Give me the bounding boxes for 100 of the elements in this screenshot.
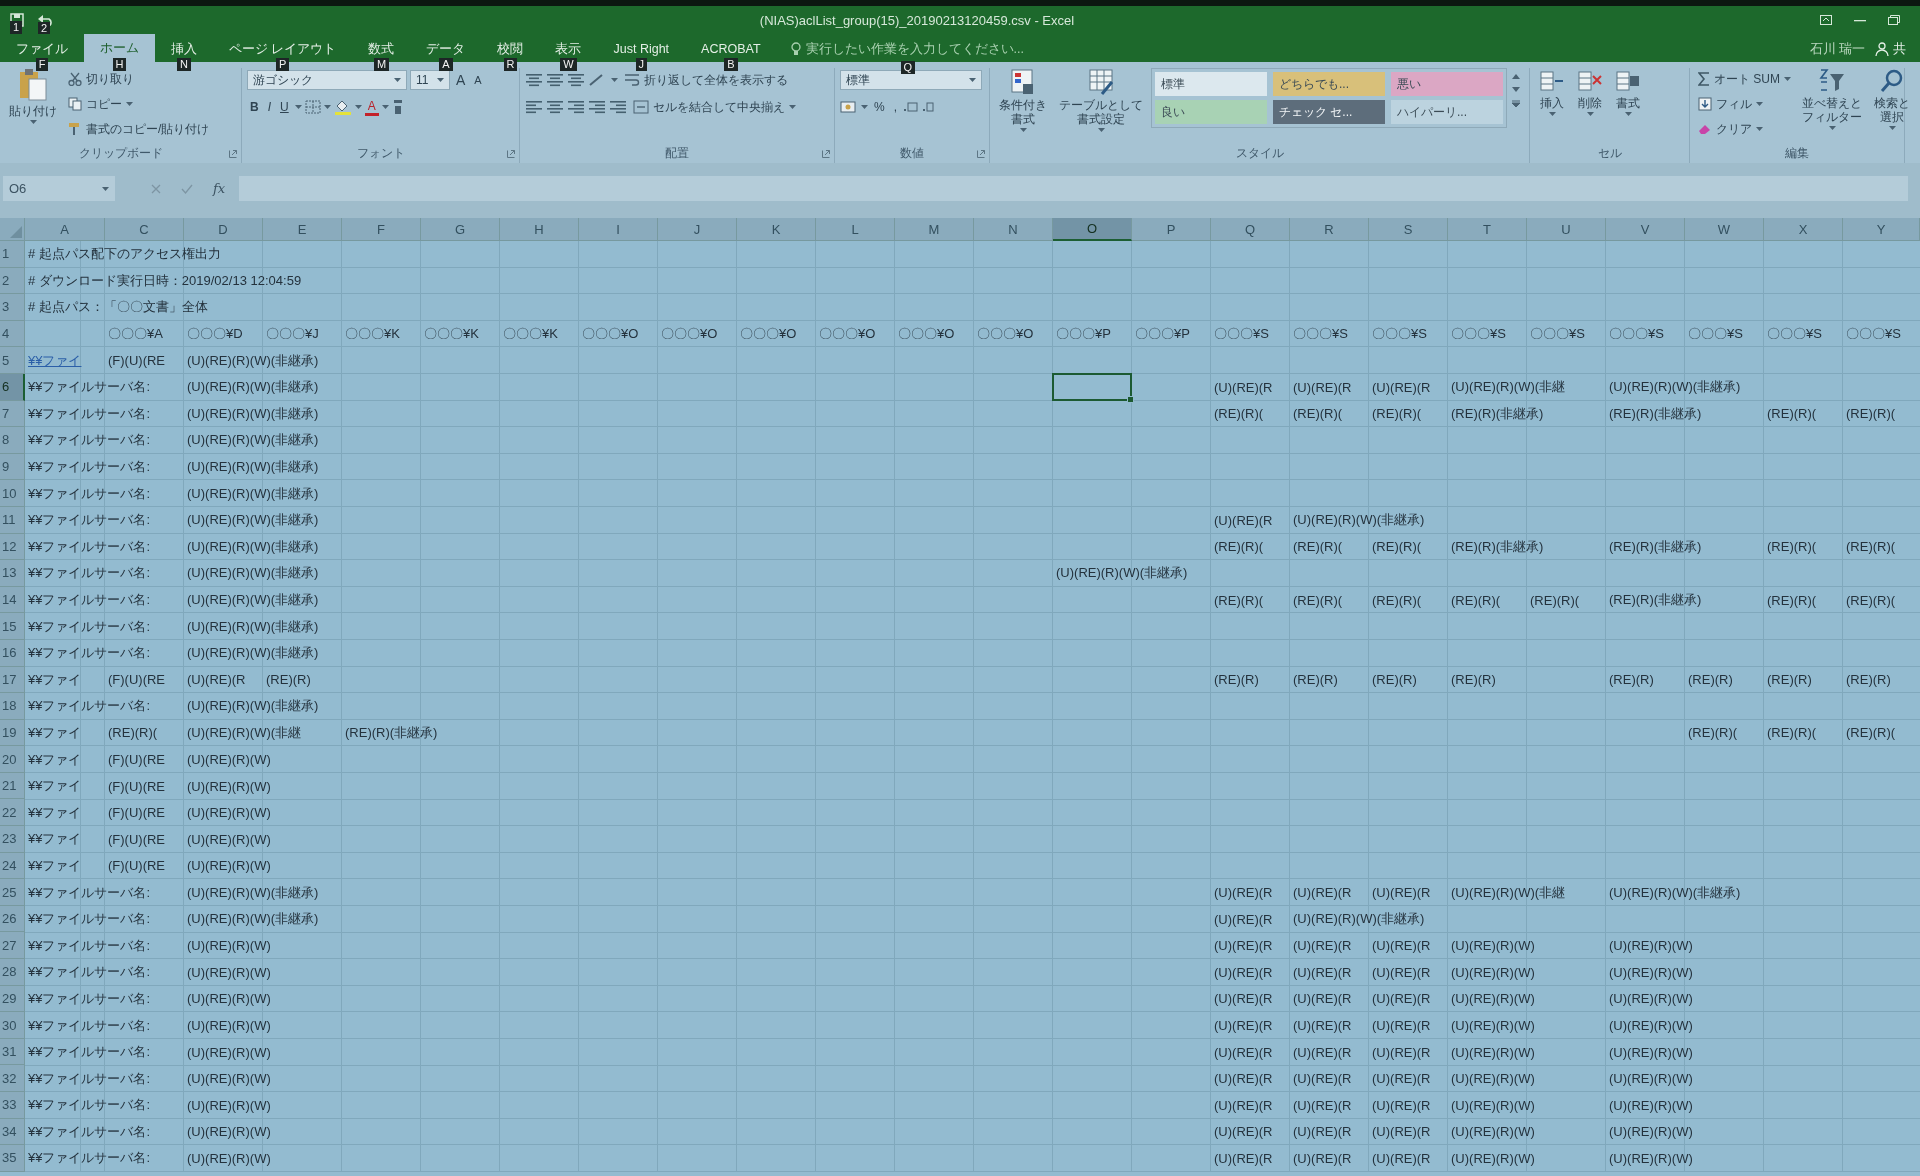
group-label: 数値 <box>900 144 924 162</box>
row-header[interactable]: 6 <box>0 373 25 401</box>
column-header[interactable]: G <box>421 218 500 241</box>
row-header[interactable]: 10 <box>0 480 25 507</box>
percent-button[interactable]: % <box>871 96 888 118</box>
insert-function-button[interactable]: fx <box>213 181 226 196</box>
comma-button[interactable]: , <box>890 96 900 118</box>
font-select[interactable]: 游ゴシック <box>247 70 407 90</box>
column-header[interactable]: F <box>342 218 421 241</box>
column-header[interactable]: O <box>1053 218 1132 241</box>
column-header[interactable]: P <box>1132 218 1211 241</box>
row-header[interactable]: 2 <box>0 267 25 295</box>
column-header[interactable]: W <box>1685 218 1764 241</box>
row-header[interactable]: 5 <box>0 347 25 374</box>
column-header[interactable]: T <box>1448 218 1527 241</box>
wrap-text-button[interactable]: 折り返して全体を表示する <box>621 69 791 91</box>
clear-button[interactable]: クリア <box>1695 118 1794 140</box>
row-header[interactable]: 26 <box>0 905 25 933</box>
column-header[interactable]: H <box>500 218 579 241</box>
row-header[interactable]: 35 <box>0 1145 25 1172</box>
row-header[interactable]: 23 <box>0 826 25 853</box>
row-header[interactable]: 20 <box>0 746 25 773</box>
cell-style[interactable]: ハイパーリ... <box>1391 100 1503 124</box>
fill-button[interactable]: フィル <box>1695 93 1794 115</box>
column-header[interactable]: I <box>579 218 658 241</box>
row-header[interactable]: 30 <box>0 1012 25 1039</box>
cell-link[interactable]: ¥¥ファイ <box>28 351 82 370</box>
delete-button[interactable]: 削除 <box>1573 68 1607 116</box>
insert-button[interactable]: 挿入 <box>1535 68 1569 116</box>
name-box[interactable]: O6 <box>3 176 115 201</box>
merge-center-button[interactable]: セルを結合して中央揃え <box>630 96 799 118</box>
row-header[interactable]: 22 <box>0 799 25 827</box>
format-as-table-button[interactable]: テーブルとして 書式設定 <box>1055 68 1147 132</box>
align-center-icon <box>546 100 564 114</box>
format-painter-button[interactable]: 書式のコピー/貼り付け <box>65 118 213 140</box>
column-header[interactable]: Q <box>1211 218 1290 241</box>
column-header[interactable]: M <box>895 218 974 241</box>
bold-button[interactable]: B <box>247 96 262 118</box>
share-button[interactable]: 共 <box>1875 40 1906 58</box>
cell-style[interactable]: 標準 <box>1155 72 1267 96</box>
row-header[interactable]: 13 <box>0 560 25 587</box>
row-header[interactable]: 21 <box>0 772 25 800</box>
row-header[interactable]: 27 <box>0 932 25 960</box>
underline-button[interactable]: U <box>277 96 292 118</box>
tell-me-field[interactable]: 実行したい作業を入力してください... <box>805 42 1036 56</box>
font-color-button[interactable]: A <box>364 98 379 116</box>
row-header[interactable]: 15 <box>0 613 25 640</box>
column-header[interactable]: E <box>263 218 342 241</box>
row-header[interactable]: 7 <box>0 400 25 428</box>
column-header[interactable]: R <box>1290 218 1369 241</box>
row-header[interactable]: 32 <box>0 1065 25 1092</box>
row-header[interactable]: 25 <box>0 879 25 906</box>
column-header[interactable]: V <box>1606 218 1685 241</box>
italic-button[interactable]: I <box>264 96 274 118</box>
column-header[interactable]: L <box>816 218 895 241</box>
cell-style[interactable]: 良い <box>1155 100 1267 124</box>
paste-button[interactable]: 貼り付け <box>5 68 61 124</box>
row-header[interactable]: 34 <box>0 1118 25 1146</box>
column-header[interactable]: S <box>1369 218 1448 241</box>
sort-filter-button[interactable]: 並べ替えと フィルター <box>1798 68 1866 130</box>
column-header[interactable]: D <box>184 218 263 241</box>
cell-style[interactable]: チェック セ... <box>1273 100 1385 124</box>
column-header[interactable]: J <box>658 218 737 241</box>
row-header[interactable]: 28 <box>0 959 25 986</box>
shrink-font-button[interactable]: A <box>471 69 485 91</box>
row-header[interactable]: 9 <box>0 453 25 481</box>
row-header[interactable]: 12 <box>0 533 25 561</box>
row-header[interactable]: 24 <box>0 852 25 880</box>
column-header[interactable]: N <box>974 218 1053 241</box>
column-header[interactable]: X <box>1764 218 1843 241</box>
row-header[interactable]: 31 <box>0 1038 25 1066</box>
row-header[interactable]: 16 <box>0 639 25 667</box>
autosum-button[interactable]: オート SUM <box>1695 68 1794 90</box>
row-header[interactable]: 18 <box>0 693 25 720</box>
user-name[interactable]: 石川 瑞一 <box>1809 40 1865 58</box>
row-header[interactable]: 29 <box>0 985 25 1013</box>
grow-font-button[interactable]: A <box>453 69 469 91</box>
cell-style[interactable]: 悪い <box>1391 72 1503 96</box>
column-header[interactable]: K <box>737 218 816 241</box>
active-cell[interactable] <box>1052 372 1132 401</box>
conditional-format-button[interactable]: 条件付き 書式 <box>995 68 1051 132</box>
column-header[interactable]: C <box>105 218 184 241</box>
row-header[interactable]: 8 <box>0 427 25 454</box>
row-header[interactable]: 4 <box>0 320 25 348</box>
row-header[interactable]: 33 <box>0 1092 25 1119</box>
row-header[interactable]: 17 <box>0 666 25 694</box>
find-select-button[interactable]: 検索と 選択 <box>1870 68 1914 130</box>
format-button[interactable]: 書式 <box>1611 68 1645 116</box>
cut-button[interactable]: 切り取り <box>65 68 213 90</box>
row-header[interactable]: 11 <box>0 506 25 534</box>
row-header[interactable]: 19 <box>0 719 25 747</box>
row-header[interactable]: 3 <box>0 294 25 321</box>
column-header[interactable]: A <box>25 218 105 241</box>
column-header[interactable]: U <box>1527 218 1606 241</box>
cell-style[interactable]: どちらでも... <box>1273 72 1385 96</box>
row-header[interactable]: 1 <box>0 241 25 268</box>
column-header[interactable]: Y <box>1843 218 1920 241</box>
copy-button[interactable]: コピー <box>65 93 213 115</box>
font-size-select[interactable]: 11 <box>410 70 450 90</box>
row-header[interactable]: 14 <box>0 586 25 614</box>
